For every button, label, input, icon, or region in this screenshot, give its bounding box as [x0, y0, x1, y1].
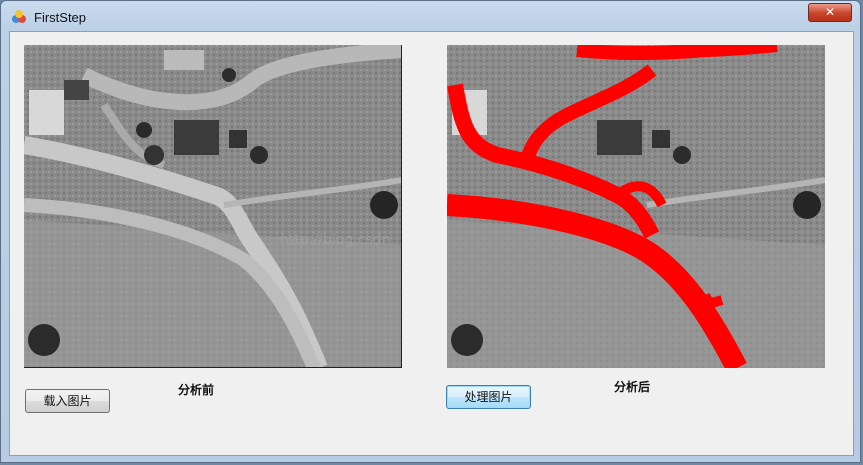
- after-caption: 分析后: [614, 380, 651, 394]
- process-image-button[interactable]: 处理图片: [446, 385, 531, 409]
- close-icon: ✕: [824, 5, 836, 19]
- title-bar[interactable]: FirstStep ✕: [1, 1, 860, 31]
- main-window: FirstStep ✕ 分析前 载入图片 分析后 处理图片 http://blo…: [0, 0, 861, 463]
- load-image-button[interactable]: 载入图片: [25, 389, 110, 413]
- form-client-area: 分析前 载入图片 分析后 处理图片 http://blog.csdn.: [9, 31, 854, 456]
- window-title: FirstStep: [34, 10, 87, 25]
- aerial-photo-processed: [447, 45, 825, 368]
- app-icon: [12, 10, 26, 23]
- original-image-box: [24, 45, 402, 368]
- watermark: http://blog.csdn.: [280, 232, 395, 248]
- before-caption: 分析前: [178, 383, 215, 397]
- processed-image-box: [447, 45, 825, 368]
- close-button[interactable]: ✕: [808, 3, 852, 22]
- aerial-photo-original: [24, 45, 401, 367]
